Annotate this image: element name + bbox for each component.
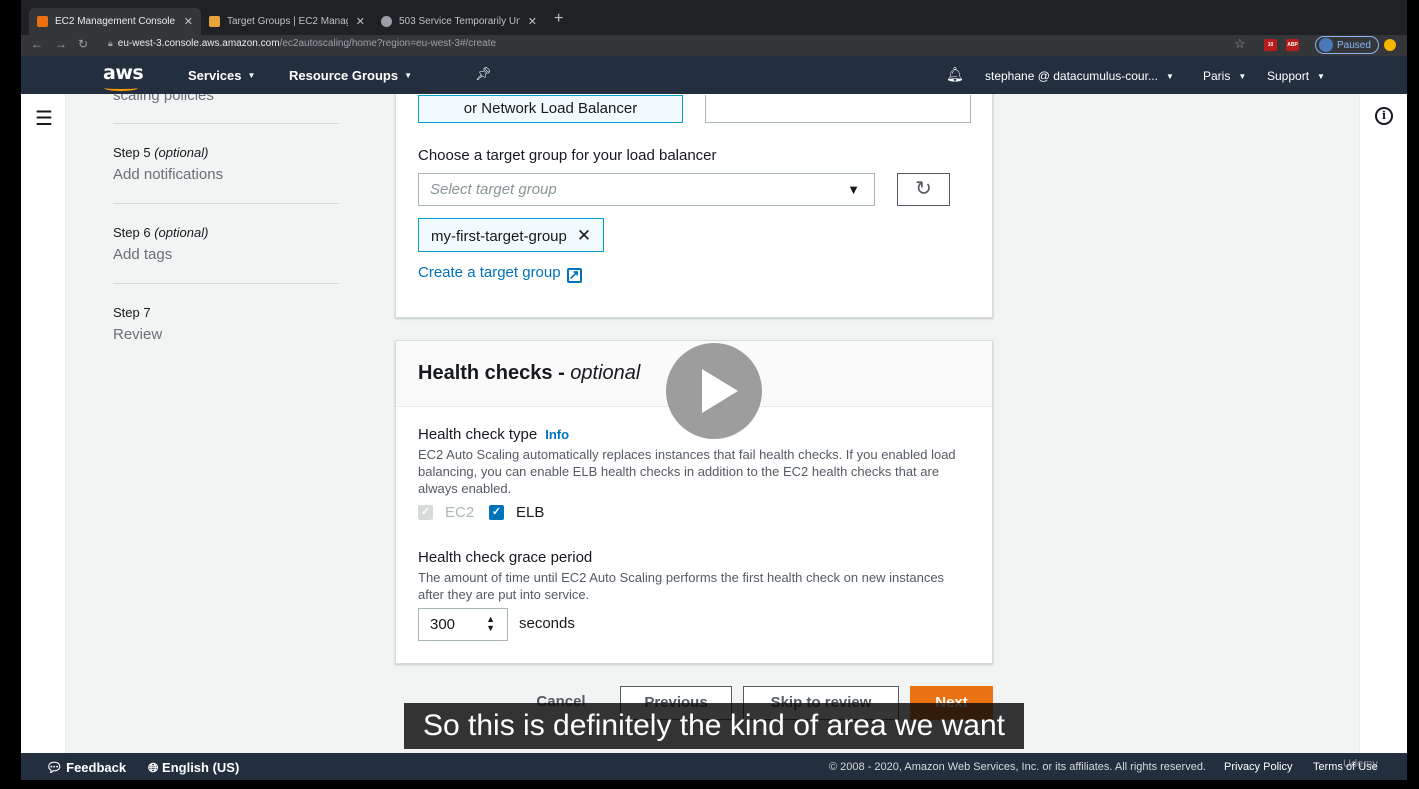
step-divider: [113, 123, 339, 124]
avatar: [1319, 38, 1333, 52]
aws-favicon-icon: [209, 16, 220, 27]
forward-arrow-icon[interactable]: →: [55, 37, 67, 51]
close-icon[interactable]: ✕: [184, 15, 193, 28]
address-bar: ← → ↻ 🔒︎ eu-west-3.console.aws.amazon.com…: [21, 35, 1407, 56]
external-link-icon: ↗: [566, 268, 582, 283]
copyright-text: © 2008 - 2020, Amazon Web Services, Inc.…: [829, 761, 1206, 773]
console-footer: 💬︎ Feedback 🌐︎ English (US) © 2008 - 202…: [21, 753, 1407, 780]
chevron-down-icon: ▼: [1317, 72, 1325, 81]
ec2-checkbox-label: EC2: [445, 504, 475, 521]
ec2-checkbox: ✓: [418, 505, 433, 520]
info-link[interactable]: Info: [545, 427, 569, 442]
profile-paused-button[interactable]: Paused: [1315, 36, 1379, 54]
region-menu[interactable]: Paris ▼: [1203, 69, 1246, 83]
tab-ec2-console[interactable]: EC2 Management Console ✕: [29, 8, 201, 35]
close-icon[interactable]: ✕: [528, 15, 537, 28]
tab-503-error[interactable]: 503 Service Temporarily Unavail ✕: [373, 8, 545, 35]
speech-bubble-icon: 💬︎: [46, 760, 63, 775]
chevron-down-icon: ▼: [1238, 72, 1247, 81]
load-balancing-panel: or Network Load Balancer Choose a target…: [395, 94, 993, 318]
lb-option-tile[interactable]: [705, 95, 971, 123]
info-icon[interactable]: i: [1375, 107, 1393, 125]
udemy-watermark: Udemy: [1343, 758, 1378, 770]
target-group-select[interactable]: Select target group ▼: [418, 173, 875, 206]
step-6-label: Step 6 (optional): [113, 225, 209, 240]
browser-window: EC2 Management Console ✕ Target Groups |…: [21, 0, 1407, 780]
bookmark-star-icon[interactable]: ☆: [1234, 36, 1246, 52]
health-check-type-description: EC2 Auto Scaling automatically replaces …: [418, 447, 956, 496]
right-help-strip: i: [1359, 94, 1407, 753]
network-lb-tile[interactable]: or Network Load Balancer: [418, 95, 683, 123]
grace-period-description: The amount of time until EC2 Auto Scalin…: [418, 570, 945, 602]
grace-period-input[interactable]: 300 ▲ ▼: [418, 608, 508, 641]
step-add-notifications[interactable]: Add notifications: [113, 166, 223, 183]
pin-icon[interactable]: 📌︎: [475, 66, 492, 82]
step-divider: [113, 203, 339, 204]
chevron-down-icon: ▼: [404, 71, 413, 80]
globe-icon: 🌐︎: [148, 760, 159, 775]
new-tab-button[interactable]: +: [554, 10, 563, 28]
remove-token-icon[interactable]: ✕: [577, 226, 591, 245]
aws-top-nav: aws Services ▼ Resource Groups ▼ 📌︎ 🔔︎ ste…: [21, 56, 1407, 94]
aws-favicon-icon: [37, 16, 48, 27]
tab-target-groups[interactable]: Target Groups | EC2 Management ✕: [201, 8, 373, 35]
close-icon[interactable]: ✕: [356, 15, 365, 28]
panel-title: Health checks - optional: [418, 362, 641, 384]
console-body: ☰ i scaling policies Step 5 (optional) A…: [21, 94, 1407, 753]
health-check-type-label: Health check type Info: [418, 426, 570, 443]
step-review[interactable]: Review: [113, 326, 162, 343]
aws-smile-icon: [104, 85, 138, 91]
spinner-icon[interactable]: ▲ ▼: [486, 615, 495, 633]
step-scaling-policies[interactable]: scaling policies: [113, 94, 214, 104]
step-add-tags[interactable]: Add tags: [113, 246, 172, 263]
bell-icon[interactable]: 🔔︎: [946, 66, 964, 83]
video-caption: So this is definitely the kind of area w…: [404, 703, 1024, 749]
grace-period-unit: seconds: [519, 615, 575, 632]
profile-icon[interactable]: [1384, 39, 1396, 51]
aws-logo[interactable]: aws: [103, 62, 144, 84]
caret-down-icon: ▼: [847, 182, 860, 197]
language-selector[interactable]: 🌐︎ English (US): [148, 760, 239, 776]
step-divider: [113, 283, 339, 284]
tab-strip: EC2 Management Console ✕ Target Groups |…: [21, 0, 1407, 35]
target-group-label: Choose a target group for your load bala…: [418, 147, 717, 164]
refresh-icon: ↻: [915, 178, 932, 200]
resource-groups-menu[interactable]: Resource Groups ▼: [289, 68, 412, 83]
step-5-label: Step 5 (optional): [113, 145, 209, 160]
refresh-button[interactable]: ↻: [897, 173, 950, 206]
back-arrow-icon[interactable]: ←: [31, 37, 43, 51]
play-button[interactable]: [666, 343, 762, 439]
grace-period-label: Health check grace period: [418, 549, 593, 566]
step-7-label: Step 7: [113, 305, 151, 320]
elb-checkbox[interactable]: ✓: [489, 505, 504, 520]
url-field[interactable]: 🔒︎ eu-west-3.console.aws.amazon.com/ec2au…: [108, 38, 496, 49]
elb-checkbox-label[interactable]: ELB: [516, 504, 544, 521]
reload-icon[interactable]: ↻: [78, 37, 88, 51]
chevron-down-icon: ▼: [1165, 72, 1174, 81]
play-icon: [702, 369, 738, 413]
services-menu[interactable]: Services ▼: [188, 68, 255, 83]
feedback-link[interactable]: 💬︎ Feedback: [46, 760, 126, 776]
support-menu[interactable]: Support ▼: [1267, 69, 1325, 83]
left-nav-strip: ☰: [21, 94, 66, 753]
selected-target-group-token: my-first-target-group ✕: [418, 218, 605, 252]
extension-icon[interactable]: 10: [1264, 39, 1277, 51]
account-menu[interactable]: stephane @ datacumulus-cour... ▼: [985, 69, 1174, 83]
globe-icon: [381, 16, 392, 27]
hamburger-menu-icon[interactable]: ☰: [35, 106, 53, 131]
lock-icon: 🔒︎: [108, 38, 113, 48]
chevron-down-icon: ▼: [247, 71, 256, 80]
create-target-group-link[interactable]: Create a target group ↗: [418, 264, 582, 283]
privacy-policy-link[interactable]: Privacy Policy: [1224, 761, 1292, 773]
adblock-icon[interactable]: ABP: [1286, 39, 1299, 51]
